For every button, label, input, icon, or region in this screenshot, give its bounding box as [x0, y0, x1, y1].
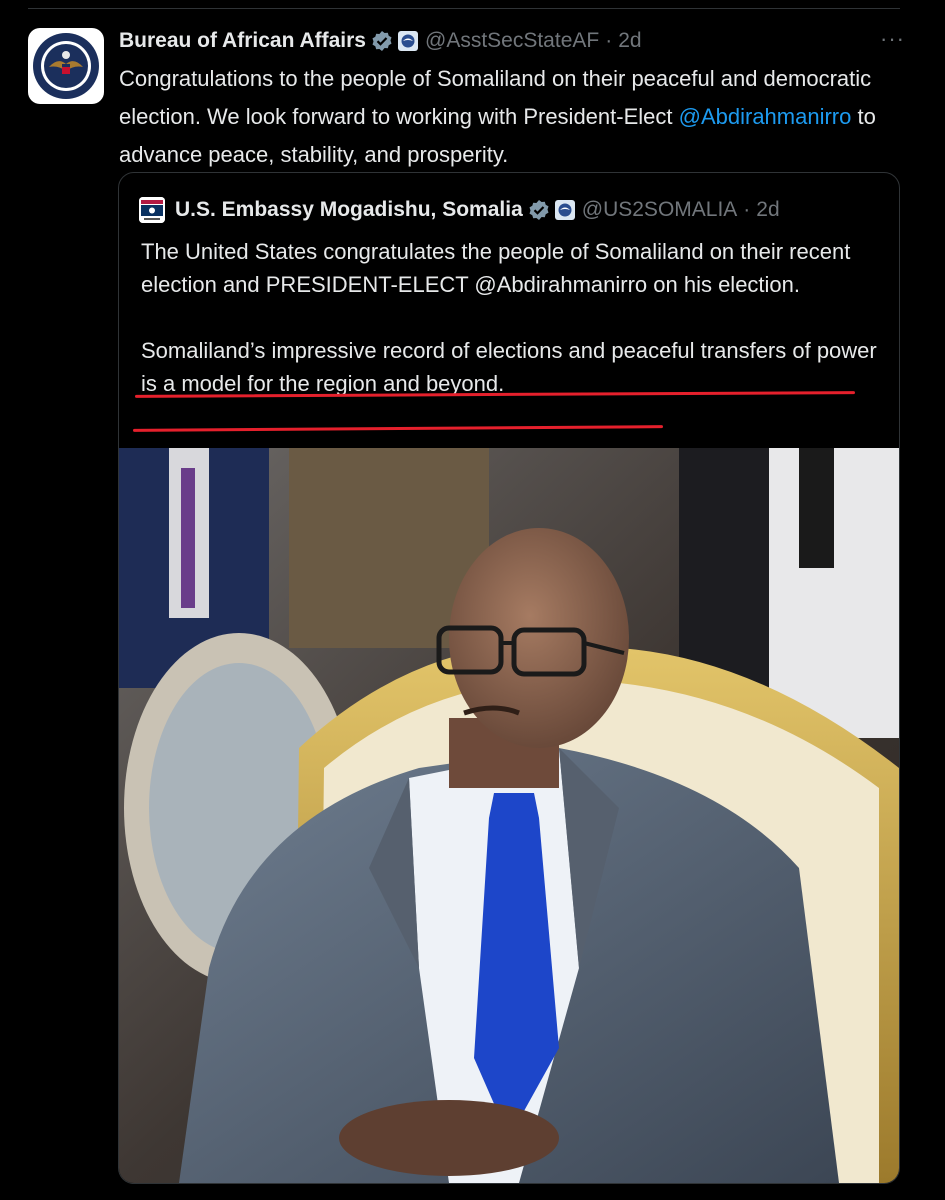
- quote-time[interactable]: 2d: [756, 198, 779, 222]
- quote-author-handle[interactable]: @US2SOMALIA: [582, 198, 738, 222]
- author-name[interactable]: Bureau of African Affairs: [119, 29, 366, 53]
- author-avatar[interactable]: [28, 28, 104, 104]
- quote-paragraph-2: Somaliland’s impressive record of electi…: [141, 338, 877, 396]
- quote-text: The United States congratulates the peop…: [141, 235, 881, 400]
- quote-header: U.S. Embassy Mogadishu, Somalia @US2SOMA…: [139, 195, 879, 225]
- mention-link[interactable]: @Abdirahmanirro: [679, 104, 852, 129]
- separator-dot: ·: [605, 29, 613, 52]
- quote-author-avatar[interactable]: [139, 197, 165, 223]
- state-department-seal-icon: [33, 33, 99, 99]
- red-underline-annotation: [132, 425, 664, 432]
- verified-checkmark-icon[interactable]: [371, 30, 393, 52]
- quoted-tweet-card[interactable]: U.S. Embassy Mogadishu, Somalia @US2SOMA…: [118, 172, 900, 1184]
- more-options-icon[interactable]: ···: [880, 26, 905, 52]
- separator-dot: ·: [743, 198, 751, 221]
- tweet-time[interactable]: 2d: [618, 29, 641, 53]
- government-badge-icon[interactable]: [397, 30, 419, 52]
- tweet-text: Congratulations to the people of Somalil…: [119, 60, 909, 174]
- government-badge-icon[interactable]: [554, 199, 576, 221]
- tweet-header: Bureau of African Affairs @AsstSecStateA…: [119, 26, 905, 56]
- verified-checkmark-icon[interactable]: [528, 199, 550, 221]
- quote-author-name[interactable]: U.S. Embassy Mogadishu, Somalia: [175, 198, 523, 222]
- top-divider: [28, 8, 900, 9]
- president-elect-photo[interactable]: [119, 448, 899, 1183]
- author-handle[interactable]: @AsstSecStateAF: [425, 29, 599, 53]
- quote-paragraph-1: The United States congratulates the peop…: [141, 239, 851, 297]
